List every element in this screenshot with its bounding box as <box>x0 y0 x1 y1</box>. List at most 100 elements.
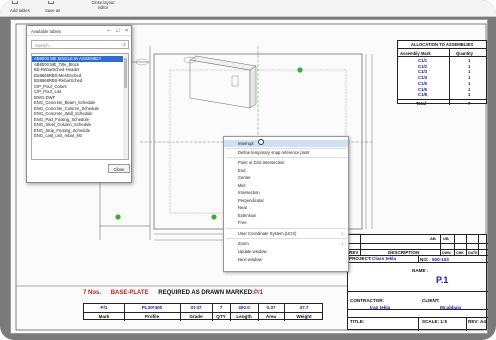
scale-label: SCALE: 1:5 <box>422 319 448 324</box>
date-label: DATE <box>468 250 478 255</box>
parts-list: 7 Nos. BASE-PLATE REQUIRED AS DRAWN MARK… <box>83 290 323 330</box>
submenu-arrow-icon: › <box>341 230 343 236</box>
cell-mark: C1/1 <box>418 58 428 63</box>
rev-label: REV <box>349 250 359 255</box>
minimize-button[interactable]: – <box>107 28 110 34</box>
menu-item-define-snap-reference[interactable]: Define temporary snap reference point <box>224 149 348 156</box>
parts-count: 7 Nos. <box>83 290 102 296</box>
parts-heading: 7 Nos. BASE-PLATE REQUIRED AS DRAWN MARK… <box>83 290 263 296</box>
col-quantity: Quantity <box>456 50 473 56</box>
parts-name: BASE-PLATE <box>110 290 149 296</box>
rev2-label: REV: <box>468 319 479 324</box>
header-area: Area <box>265 313 277 319</box>
cell-qty: 1 <box>468 80 471 86</box>
menu-item-zoom-label: Zoom <box>238 241 249 246</box>
parts-note: REQUIRED AS DRAWN MARKED: <box>158 290 255 296</box>
project-value: Class tekla <box>372 256 397 261</box>
dialog-titlebar[interactable]: Available tables – □ × <box>27 26 131 36</box>
cell-mark: C1/8 <box>418 92 428 98</box>
cell-mark: P/1 <box>100 305 108 310</box>
no-value: 500-103 <box>432 256 449 262</box>
parts-mark-ref: P/1 <box>254 290 264 296</box>
header-length: Length <box>236 313 252 319</box>
close-button[interactable]: Close <box>108 164 130 173</box>
chk-label: CHK <box>456 250 464 255</box>
search-input[interactable]: Search... ⌕ <box>31 40 129 49</box>
dwn-label: DWN <box>442 250 451 255</box>
context-menu: Interrupt Define temporary snap referenc… <box>223 136 349 272</box>
menu-item-extension[interactable]: Extension <box>224 212 348 219</box>
allocation-header: Assembly Mark Quantity <box>398 49 486 57</box>
list-scrollbar[interactable] <box>123 54 128 159</box>
menu-item-ucs[interactable]: User Coordinate System (UCS) › <box>224 230 348 237</box>
title-label: TITLE: <box>350 319 365 324</box>
parts-table: P/1 PL30*400 St-37 7 400.0 0.37 37.7 Mar… <box>83 303 323 321</box>
header-mark: Mark <box>98 313 110 319</box>
dialog-title: Available tables <box>31 28 62 34</box>
cell-mark: C1/2 <box>418 63 428 69</box>
close-icon[interactable]: × <box>125 28 128 34</box>
menu-item-zoom[interactable]: Zoom › <box>224 240 348 247</box>
application-window: Add tables Save as Close layout editor A… <box>0 0 496 340</box>
cell-grade: St-37 <box>190 305 202 310</box>
menu-item-end[interactable]: End <box>224 167 348 174</box>
cell-mark: C1/4 <box>418 75 428 81</box>
table-row: C1/3 1 <box>398 69 486 74</box>
table-row: C1/5 1 <box>398 81 486 86</box>
ub-label: UB <box>443 236 449 241</box>
cell-profile: PL30*400 <box>141 305 163 310</box>
client-value: Mr.abbasi <box>440 305 462 310</box>
table-row: C1/8 1 <box>398 92 486 97</box>
submenu-arrow-icon: › <box>341 241 343 246</box>
menu-item-interrupt[interactable]: Interrupt <box>224 140 348 147</box>
mouse-cursor-icon <box>258 139 264 145</box>
menu-item-free[interactable]: Free <box>224 219 348 226</box>
cell-qty: 1 <box>468 92 471 98</box>
menu-item-intersection[interactable]: Intersection <box>224 189 348 196</box>
menu-item-near[interactable]: Near <box>224 204 348 211</box>
table-row: C1/4 1 <box>398 75 486 80</box>
cell-mark: C1/6 <box>418 86 428 92</box>
cell-qty: 1 <box>468 58 471 63</box>
rev2-value: A4 <box>480 319 486 324</box>
cell-qty: 1 <box>468 63 471 69</box>
header-profile: Profile <box>144 313 160 319</box>
total-value: 7 <box>468 100 471 106</box>
ab-label: AB <box>430 236 436 241</box>
contractor-value: Iran tekla <box>370 305 391 310</box>
total-row: Total 7 <box>398 99 486 106</box>
total-label: Total <box>416 100 426 106</box>
scrollbar-thumb[interactable] <box>124 58 127 88</box>
menu-item-next-window[interactable]: Next window <box>224 256 348 263</box>
no-label: NO: <box>420 256 429 262</box>
name-value: P.1 <box>436 275 449 285</box>
cell-weight: 37.7 <box>299 305 309 310</box>
cell-qty: 7 <box>219 305 223 310</box>
list-item[interactable]: ENG_cast_unit_rebar_list <box>32 133 124 139</box>
name-label: NAME : <box>412 268 429 273</box>
client-label: CLIENT: <box>422 298 440 303</box>
menu-item-point-grid-intersection[interactable]: Point or Grid Intersection <box>224 159 348 166</box>
search-icon: ⌕ <box>123 42 126 48</box>
header-weight: Weight <box>296 313 312 319</box>
menu-item-perpendicular[interactable]: Perpendicular <box>224 197 348 204</box>
contractor-label: CONTRACTOR: <box>350 298 385 303</box>
allocation-title: ALLOCATION TO ASSEMBLIES <box>398 41 486 49</box>
cell-qty: 1 <box>468 69 471 75</box>
table-row: C1/2 1 <box>398 64 486 69</box>
available-tables-dialog: Available tables – □ × Search... ⌕ AB600… <box>26 25 132 183</box>
header-grade: Grade <box>189 313 203 319</box>
menu-item-mid[interactable]: Mid <box>224 182 348 189</box>
maximize-button[interactable]: □ <box>116 28 119 34</box>
tables-list[interactable]: AB6000 ME SINGLE IN ASSEMBLY AB6000 ME_T… <box>31 53 129 160</box>
menu-item-center[interactable]: Center <box>224 174 348 181</box>
description-label: DESCRIPTION <box>388 250 420 255</box>
title-block: AB UB REV DESCRIPTION DWN CHK DATE PROJE… <box>347 234 488 331</box>
cell-mark: C1/3 <box>418 69 428 75</box>
table-row: C1/6 1 <box>398 87 486 92</box>
cell-length: 400.0 <box>238 305 250 310</box>
table-row: C1/1 1 <box>398 58 486 63</box>
menu-item-update-window[interactable]: Update window <box>224 248 348 255</box>
header-qty: QTY <box>216 313 226 319</box>
project-label: PROJECT: <box>349 256 372 261</box>
